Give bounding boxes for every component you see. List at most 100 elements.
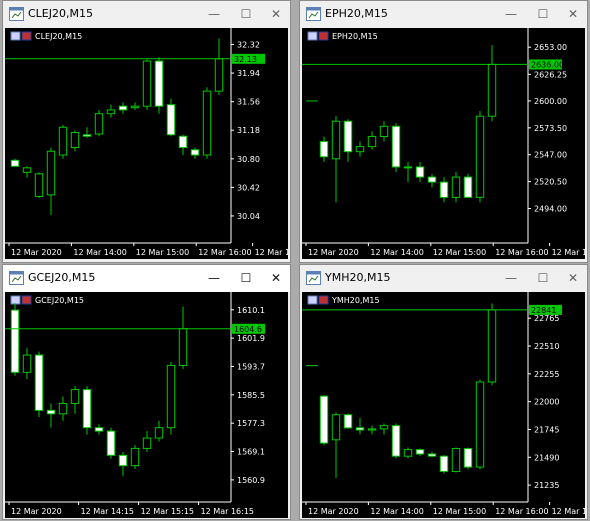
bullish-candle (379, 125, 389, 137)
bullish-candle (130, 105, 140, 109)
chart-window-icon (306, 7, 321, 21)
window-title: GCEJ20,M15 (28, 271, 96, 284)
bearish-candle (166, 104, 176, 136)
bullish-candle (331, 414, 341, 441)
flag-icon (21, 31, 32, 41)
candlestick-chart[interactable]: CLEJ20,M15 32.32 31.94 31.56 31.18 30.80 30.42… (5, 28, 288, 259)
chart-window-clej20[interactable]: CLEJ20,M15 — ☐ ✕ CLEJ20,M15 32.32 31.94 31.… (2, 0, 291, 263)
bearish-candle (46, 409, 56, 415)
bullish-candle (70, 389, 80, 404)
symbol-icon (307, 31, 318, 41)
x-tick-label: 12 Mar 2020 (308, 248, 359, 257)
bullish-candle (451, 176, 461, 198)
y-tick-label: 31.56 (237, 98, 260, 107)
x-tick-label: 12 Mar 17:00 (255, 248, 288, 257)
bullish-candle (214, 58, 224, 92)
x-tick-label: 12 Mar 14:00 (73, 248, 126, 257)
x-tick-label: 12 Mar 15:00 (136, 248, 189, 257)
bullish-candle (22, 167, 32, 173)
bullish-candle (166, 364, 176, 429)
x-tick-label: 12 Mar 14:15 (81, 507, 134, 516)
bullish-candle (34, 173, 44, 197)
x-tick-label: 12 Mar 15:00 (433, 248, 486, 257)
close-button[interactable]: ✕ (562, 268, 584, 288)
bullish-candle (367, 428, 377, 431)
bearish-candle (427, 176, 437, 183)
bullish-candle (475, 115, 485, 198)
symbol-label: EPH20,M15 (332, 32, 378, 41)
close-button[interactable]: ✕ (265, 268, 287, 288)
chart-window-eph20[interactable]: EPH20,M15 — ☐ ✕ EPH20,M15 2653.00 2626.25 2… (299, 0, 588, 263)
chart-window-icon (9, 7, 24, 21)
bearish-candle (463, 176, 473, 198)
y-tick-label: 21745 (534, 425, 559, 434)
bullish-candle (487, 63, 497, 117)
bearish-candle (391, 425, 401, 457)
bearish-candle (190, 149, 200, 156)
window-titlebar[interactable]: EPH20,M15 — ☐ ✕ (300, 1, 587, 28)
y-tick-label: 30.80 (237, 155, 260, 164)
x-tick-label: 12 Mar 16:15 (201, 507, 254, 516)
bullish-candle (451, 448, 461, 472)
price-chart[interactable]: EPH20,M15 2653.00 2626.25 2600.00 2573.50 254… (302, 28, 585, 259)
minimize-button[interactable]: — (500, 268, 522, 288)
bullish-candle (94, 113, 104, 135)
bearish-candle (82, 134, 92, 137)
maximize-button[interactable]: ☐ (532, 268, 554, 288)
bullish-candle (106, 109, 116, 115)
y-tick-label: 30.42 (237, 183, 260, 192)
y-tick-label: 2573.50 (534, 124, 567, 133)
bearish-candle (118, 454, 128, 467)
minimize-button[interactable]: — (203, 268, 225, 288)
bullish-candle (70, 131, 80, 149)
candlestick-chart[interactable]: EPH20,M15 2653.00 2626.25 2600.00 2573.50 254… (302, 28, 585, 259)
flag-icon (318, 31, 329, 41)
maximize-button[interactable]: ☐ (235, 4, 257, 24)
maximize-button[interactable]: ☐ (235, 268, 257, 288)
bearish-candle (94, 427, 104, 432)
bullish-candle (379, 425, 389, 430)
current-price-label: 32.13 (234, 55, 257, 64)
y-tick-label: 2653.00 (534, 43, 567, 52)
candlestick-chart[interactable]: YMH20,M15 22765 22510 22255 22000 21745 21490 2… (302, 292, 585, 518)
chart-window-icon (9, 271, 24, 285)
bullish-candle (403, 166, 413, 169)
window-titlebar[interactable]: GCEJ20,M15 — ☐ ✕ (3, 265, 290, 292)
maximize-button[interactable]: ☐ (532, 4, 554, 24)
y-tick-label: 21235 (534, 481, 559, 490)
minimize-button[interactable]: — (500, 4, 522, 24)
close-button[interactable]: ✕ (562, 4, 584, 24)
bearish-candle (82, 389, 92, 429)
bearish-candle (154, 60, 164, 107)
window-title: YMH20,M15 (325, 271, 391, 284)
bullish-candle (331, 120, 341, 160)
bullish-candle (22, 354, 32, 373)
window-titlebar[interactable]: YMH20,M15 — ☐ ✕ (300, 265, 587, 292)
x-tick-label: 12 Mar 15:00 (433, 507, 486, 516)
price-chart[interactable]: YMH20,M15 22765 22510 22255 22000 21745 21490 2… (302, 292, 585, 518)
x-tick-label: 12 Mar 16:00 (198, 248, 251, 257)
bearish-candle (319, 141, 329, 158)
candlestick-chart[interactable]: GCEJ20,M15 1610.1 1601.9 1593.7 1585.5 1577.3… (5, 292, 288, 518)
chart-window-ymh20[interactable]: YMH20,M15 — ☐ ✕ YMH20,M15 22765 22510 22255… (299, 264, 588, 520)
symbol-icon (10, 31, 21, 41)
bearish-candle (415, 166, 425, 178)
price-chart[interactable]: CLEJ20,M15 32.32 31.94 31.56 31.18 30.80 30.42… (5, 28, 288, 259)
bearish-candle (439, 181, 449, 198)
price-chart[interactable]: GCEJ20,M15 1610.1 1601.9 1593.7 1585.5 1577.3… (5, 292, 288, 518)
chart-window-gcej20[interactable]: GCEJ20,M15 — ☐ ✕ GCEJ20,M15 1610.1 1601.9 1… (2, 264, 291, 520)
bullish-candle (475, 381, 485, 468)
window-title: CLEJ20,M15 (28, 7, 93, 20)
current-price-label: 22841 (531, 306, 556, 315)
y-tick-label: 22765 (534, 314, 559, 323)
x-tick-label: 12 Mar 15:15 (141, 507, 194, 516)
y-tick-label: 2626.25 (534, 70, 567, 79)
bullish-candle (46, 150, 56, 196)
current-price-label: 2636.00 (531, 60, 564, 69)
bullish-candle (142, 437, 152, 449)
y-tick-label: 1610.1 (237, 306, 265, 315)
minimize-button[interactable]: — (203, 4, 225, 24)
window-titlebar[interactable]: CLEJ20,M15 — ☐ ✕ (3, 1, 290, 28)
bearish-candle (10, 159, 20, 167)
close-button[interactable]: ✕ (265, 4, 287, 24)
